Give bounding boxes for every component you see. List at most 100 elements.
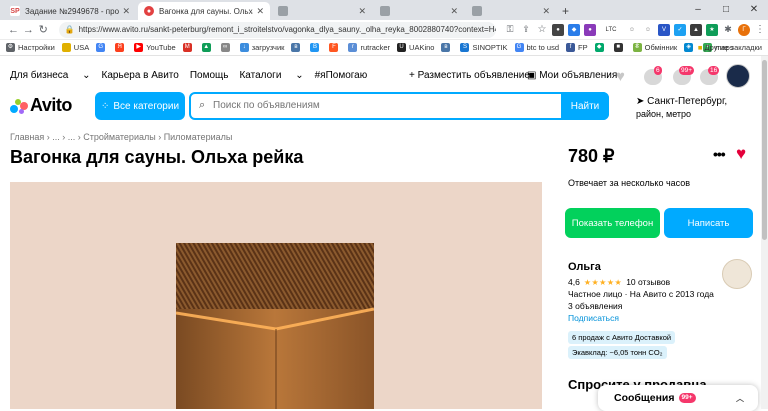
tab-blank[interactable]: ✕ (272, 2, 372, 20)
ltc-ext-icon[interactable]: LTC (600, 23, 622, 36)
bookmark-rutracker[interactable]: r rutracker (348, 43, 390, 52)
seller-name[interactable]: Ольга (568, 261, 601, 273)
seller-ads-count[interactable]: 3 объявления (568, 301, 622, 311)
back-icon[interactable]: ← (6, 24, 21, 36)
profile-icon[interactable]: Г (738, 23, 750, 36)
seller-avatar[interactable] (722, 259, 752, 289)
bookmark-settings[interactable]: ⚙ Настройки (6, 43, 55, 52)
gmail-icon: M (182, 43, 192, 52)
bookmark-icon: ◈ (684, 43, 694, 52)
tab-blank[interactable]: ✕ (374, 2, 464, 20)
nav-ihelp[interactable]: #яПомогаю (315, 70, 368, 81)
close-window-icon[interactable]: ✕ (740, 4, 768, 15)
bookmark-x3[interactable]: ◈ (684, 43, 696, 52)
messages-widget[interactable]: Сообщения 99+ ︿ (598, 385, 758, 411)
ext-icon[interactable]: ☺ (642, 23, 654, 36)
messages-badge: 99+ (679, 66, 695, 75)
ext-icon[interactable]: V (658, 23, 670, 36)
ext-icon[interactable]: ☺ (626, 23, 638, 36)
close-icon[interactable]: ✕ (358, 6, 366, 17)
link-icon: ∞ (220, 43, 230, 52)
plus-icon: + (409, 70, 418, 81)
subscribe-link[interactable]: Подписаться (568, 313, 619, 323)
bookmark-yandex[interactable]: Я (115, 43, 127, 52)
yandex-icon: Я (115, 43, 125, 52)
bookmark-icon: ◆ (594, 43, 604, 52)
bookmark-exchange[interactable]: ₴ Обмінник (632, 43, 677, 52)
logo-text: Avito (30, 95, 72, 115)
bookmark-sinoptik[interactable]: S SINOPTIK (460, 43, 508, 52)
minimize-icon[interactable]: – (684, 4, 712, 15)
star-icon[interactable]: ☆ (536, 24, 548, 36)
listing-photo[interactable] (10, 182, 542, 409)
nav-business[interactable]: Для бизнеса ⌄ (10, 70, 91, 81)
reload-icon[interactable]: ↻ (36, 23, 51, 36)
bookmark-fp[interactable]: f FP (566, 43, 588, 52)
close-icon[interactable]: ✕ (122, 6, 130, 17)
bookmark-vk2[interactable]: в (441, 43, 453, 52)
close-icon[interactable]: ✕ (256, 6, 264, 17)
puzzle-icon[interactable]: ✱ (722, 24, 734, 36)
search-input[interactable] (213, 100, 553, 111)
write-button[interactable]: Написать (664, 208, 753, 238)
bookmark-vk[interactable]: в (291, 43, 303, 52)
breadcrumb[interactable]: Главная › ... › ... › Стройматериалы › П… (10, 132, 232, 142)
favorite-heart-icon[interactable]: ♥ (736, 144, 746, 164)
bookmark-gmail[interactable]: M (182, 43, 195, 52)
ext-icon[interactable]: ▲ (690, 23, 702, 36)
sinoptik-icon: S (460, 43, 470, 52)
close-icon[interactable]: ✕ (542, 6, 550, 17)
tab-blank[interactable]: ✕ (466, 2, 556, 20)
my-ads-link[interactable]: ▣ Мои объявления (527, 70, 617, 81)
location-selector[interactable]: ➤ Санкт-Петербург, район, метро (636, 95, 727, 121)
url-field[interactable]: 🔒 https://www.avito.ru/sankt-peterburg/r… (58, 21, 496, 38)
more-options-icon[interactable]: ••• (713, 146, 726, 162)
bookmark-f[interactable]: F (329, 43, 341, 52)
ext-icon[interactable]: ✓ (674, 23, 686, 36)
chevron-up-icon[interactable]: ︿ (736, 393, 744, 404)
avito-top-nav: Для бизнеса ⌄ Карьера в Авито Помощь Кат… (10, 70, 378, 81)
menu-icon[interactable]: ⋮ (754, 24, 766, 36)
bookmark-b[interactable]: B (310, 43, 322, 52)
tab-task[interactable]: SP Задание №2949678 - просмотр з ✕ (4, 2, 136, 20)
bookmark-drive[interactable]: ▲ (201, 43, 214, 52)
close-icon[interactable]: ✕ (450, 6, 458, 17)
seller-rating[interactable]: 4,6 ★★★★★ 10 отзывов (568, 277, 670, 287)
scrollbar[interactable] (761, 56, 768, 409)
ext-icon[interactable]: ● (584, 23, 596, 36)
notifications-badge: 6 (654, 66, 662, 75)
bookmark-link[interactable]: ∞ (220, 43, 233, 52)
nav-catalogs[interactable]: Каталоги ⌄ (239, 70, 303, 81)
search-button[interactable]: Найти (561, 92, 609, 120)
avatar[interactable] (726, 64, 750, 88)
post-ad-link[interactable]: + Разместить объявление (409, 70, 530, 81)
bookmark-btc[interactable]: Gbtc to usd (514, 43, 559, 52)
forward-icon[interactable]: → (21, 24, 36, 36)
nav-help[interactable]: Помощь (190, 70, 229, 81)
bookmark-google[interactable]: G (96, 43, 108, 52)
bookmark-x2[interactable]: ■ (613, 43, 626, 52)
bookmark-other[interactable]: ■ Другие закладки (698, 43, 762, 52)
bookmark-youtube[interactable]: ▶ YouTube (134, 43, 176, 52)
scrollbar-thumb[interactable] (762, 60, 767, 240)
ext-icon[interactable]: ★ (706, 23, 718, 36)
bookmark-usa[interactable]: USA (61, 43, 89, 52)
share-icon[interactable]: ⇪ (520, 24, 532, 36)
nav-career[interactable]: Карьера в Авито (102, 70, 179, 81)
bookmark-loader[interactable]: ↓ загрузчик (239, 43, 284, 52)
tab-avito[interactable]: ● Вагонка для сауны. Ольха рейка ✕ (138, 2, 270, 20)
page-title: Вагонка для сауны. Ольха рейка (10, 147, 304, 167)
ext-icon[interactable]: ● (552, 23, 564, 36)
show-phone-button[interactable]: Показать телефон (565, 208, 660, 238)
avito-logo[interactable]: Avito (10, 95, 72, 116)
all-categories-button[interactable]: ⁘ Все категории (95, 92, 185, 120)
bookmark-x1[interactable]: ◆ (594, 43, 607, 52)
new-tab-icon[interactable]: + (562, 2, 569, 20)
key-icon[interactable]: ⚿ (504, 24, 516, 36)
price: 780 ₽ (568, 146, 615, 166)
favorites-heart-icon[interactable]: ♥ (616, 68, 625, 85)
maximize-icon[interactable]: □ (712, 4, 740, 15)
b-icon: B (310, 43, 320, 52)
ext-icon[interactable]: ◆ (568, 23, 580, 36)
bookmark-uakino[interactable]: U UAKino (397, 43, 434, 52)
